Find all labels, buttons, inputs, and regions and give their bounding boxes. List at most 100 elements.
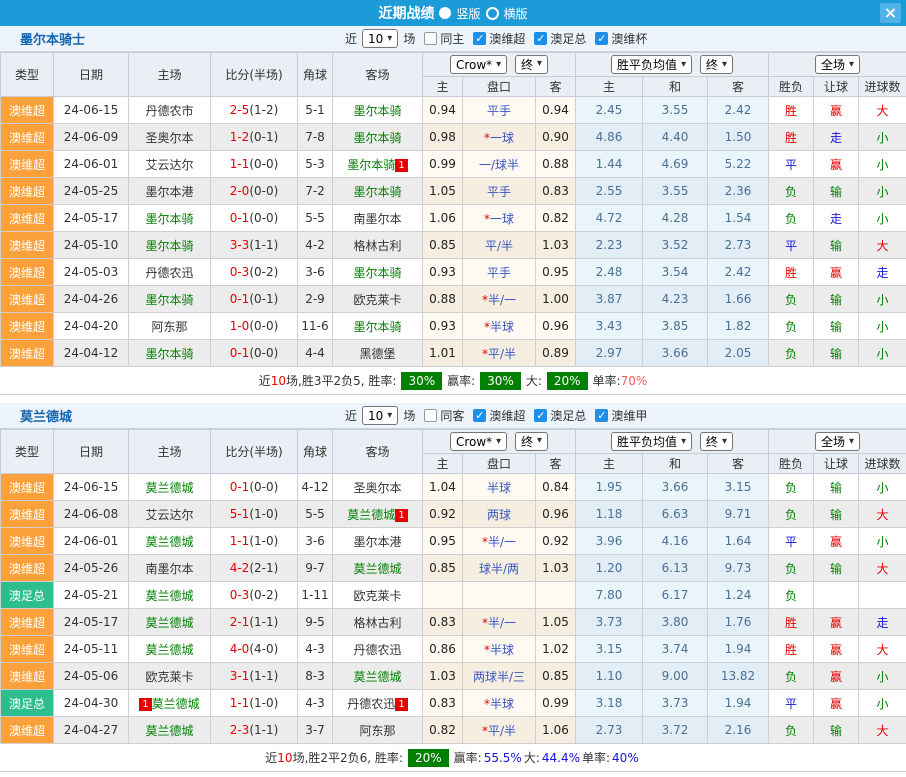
fulltime-score: 0-1 — [230, 480, 250, 494]
section-header: 墨尔本骑士 近 10 ▾ 场 同主 ✓ 澳维超 ✓ 澳足总 ✓ 澳维杯 — [0, 26, 906, 52]
league-type: 澳维超 — [1, 286, 54, 313]
chevron-down-icon: ▾ — [722, 437, 727, 447]
avg-source-select[interactable]: 胜平负均值▾ — [611, 55, 692, 74]
chevron-down-icon: ▾ — [387, 411, 392, 421]
avg-home-odds: 3.73 — [576, 609, 643, 636]
vertical-layout-label[interactable]: 竖版 — [456, 5, 480, 22]
same-venue-checkbox[interactable] — [424, 32, 437, 45]
subcol-odds-away: 客 — [536, 77, 576, 97]
league-label-1: 澳足总 — [550, 30, 586, 47]
odds-state-select[interactable]: 终▾ — [515, 55, 548, 74]
league-label-2: 澳维甲 — [611, 407, 647, 424]
home-handicap-odds — [423, 582, 463, 609]
away-team: 墨尔本骑 — [333, 259, 423, 286]
halftime-score: (0-0) — [249, 346, 278, 360]
avg-away-odds: 2.16 — [708, 717, 769, 744]
home-team-name: 艾云达尔 — [145, 508, 193, 522]
close-button[interactable]: × — [880, 3, 901, 23]
odds-state-select[interactable]: 终▾ — [515, 432, 548, 451]
avg-source-select[interactable]: 胜平负均值▾ — [611, 432, 692, 451]
avg-draw-odds: 4.40 — [643, 124, 708, 151]
result-goals: 小 — [859, 340, 906, 367]
result-handicap: 赢 — [814, 151, 859, 178]
score-cell: 1-2(0-1) — [211, 124, 298, 151]
subcol-odds-away: 客 — [536, 454, 576, 474]
horizontal-layout-radio[interactable] — [486, 7, 499, 20]
corner-count: 5-3 — [298, 151, 333, 178]
avg-away-odds: 1.54 — [708, 205, 769, 232]
result-handicap: 赢 — [814, 690, 859, 717]
home-handicap-odds: 0.85 — [423, 232, 463, 259]
away-handicap-odds: 0.89 — [536, 340, 576, 367]
league-checkbox-2[interactable]: ✓ — [595, 32, 608, 45]
league-label-1: 澳足总 — [550, 407, 586, 424]
chevron-down-icon: ▾ — [496, 437, 501, 447]
halftime-score: (0-0) — [249, 157, 278, 171]
away-team: 欧克莱卡 — [333, 286, 423, 313]
avg-home-odds: 2.73 — [576, 717, 643, 744]
avg-home-odds: 1.44 — [576, 151, 643, 178]
corner-count: 8-3 — [298, 663, 333, 690]
match-count-select[interactable]: 10 ▾ — [362, 406, 398, 425]
odds-source-select[interactable]: Crow*▾ — [450, 55, 507, 74]
home-team-name: 墨尔本港 — [145, 185, 193, 199]
odds-rate-value: 30% — [480, 372, 521, 390]
horizontal-layout-label[interactable]: 横版 — [504, 5, 528, 22]
league-checkbox-1[interactable]: ✓ — [534, 409, 547, 422]
league-type: 澳维超 — [1, 340, 54, 367]
same-venue-checkbox[interactable] — [424, 409, 437, 422]
fulltime-score: 0-1 — [230, 292, 250, 306]
fulltime-score: 5-1 — [230, 507, 250, 521]
corner-count: 4-2 — [298, 232, 333, 259]
avg-state-select[interactable]: 终▾ — [700, 432, 733, 451]
halftime-score: (0-0) — [249, 184, 278, 198]
result-goals: 小 — [859, 286, 906, 313]
match-date: 24-05-11 — [54, 636, 129, 663]
match-date: 24-05-17 — [54, 609, 129, 636]
home-team-name: 丹德农市 — [145, 104, 193, 118]
subcol-wdl: 胜负 — [769, 77, 814, 97]
fulltime-score: 1-1 — [230, 534, 250, 548]
vertical-layout-radio[interactable] — [439, 7, 451, 19]
corner-count: 4-3 — [298, 690, 333, 717]
handicap-name: 半球 — [487, 481, 511, 495]
home-handicap-odds: 0.93 — [423, 259, 463, 286]
results-table: 类型 日期 主场 比分(半场) 角球 客场 Crow*▾ 终▾ 胜平负均值▾ 终… — [0, 429, 906, 744]
near-label: 近 — [345, 407, 357, 424]
handicap-name: 平/半 — [488, 347, 516, 361]
match-count-select[interactable]: 10 ▾ — [362, 29, 398, 48]
result-goals: 大 — [859, 232, 906, 259]
handicap-name: 两球 — [487, 508, 511, 522]
away-handicap-odds: 1.03 — [536, 555, 576, 582]
home-handicap-odds: 0.88 — [423, 286, 463, 313]
league-checkbox-1[interactable]: ✓ — [534, 32, 547, 45]
team-section-0: 墨尔本骑士 近 10 ▾ 场 同主 ✓ 澳维超 ✓ 澳足总 ✓ 澳维杯 — [0, 26, 906, 395]
handicap-name: 一球 — [490, 212, 514, 226]
score-cell: 1-1(0-0) — [211, 151, 298, 178]
avg-state-select[interactable]: 终▾ — [700, 55, 733, 74]
away-handicap-odds: 0.84 — [536, 474, 576, 501]
home-team: 墨尔本骑 — [129, 205, 211, 232]
avg-away-odds: 1.94 — [708, 690, 769, 717]
home-handicap-odds: 0.92 — [423, 501, 463, 528]
games-label: 场 — [403, 30, 415, 47]
match-date: 24-05-26 — [54, 555, 129, 582]
result-handicap: 赢 — [814, 609, 859, 636]
window-title: 近期战绩 — [378, 3, 434, 23]
red-card-badge: 1 — [395, 159, 407, 172]
avg-away-odds: 1.76 — [708, 609, 769, 636]
handicap-line: *半球 — [463, 690, 536, 717]
odds-source-select[interactable]: Crow*▾ — [450, 432, 507, 451]
avg-home-odds: 2.55 — [576, 178, 643, 205]
avg-home-odds: 3.15 — [576, 636, 643, 663]
corner-count: 3-6 — [298, 528, 333, 555]
scope-select[interactable]: 全场▾ — [815, 55, 860, 74]
handicap-line: 两球 — [463, 501, 536, 528]
halftime-score: (0-1) — [249, 292, 278, 306]
scope-select[interactable]: 全场▾ — [815, 432, 860, 451]
league-checkbox-0[interactable]: ✓ — [473, 409, 486, 422]
league-checkbox-0[interactable]: ✓ — [473, 32, 486, 45]
away-team-name: 黑德堡 — [359, 347, 395, 361]
league-checkbox-2[interactable]: ✓ — [595, 409, 608, 422]
handicap-name: 平手 — [487, 266, 511, 280]
